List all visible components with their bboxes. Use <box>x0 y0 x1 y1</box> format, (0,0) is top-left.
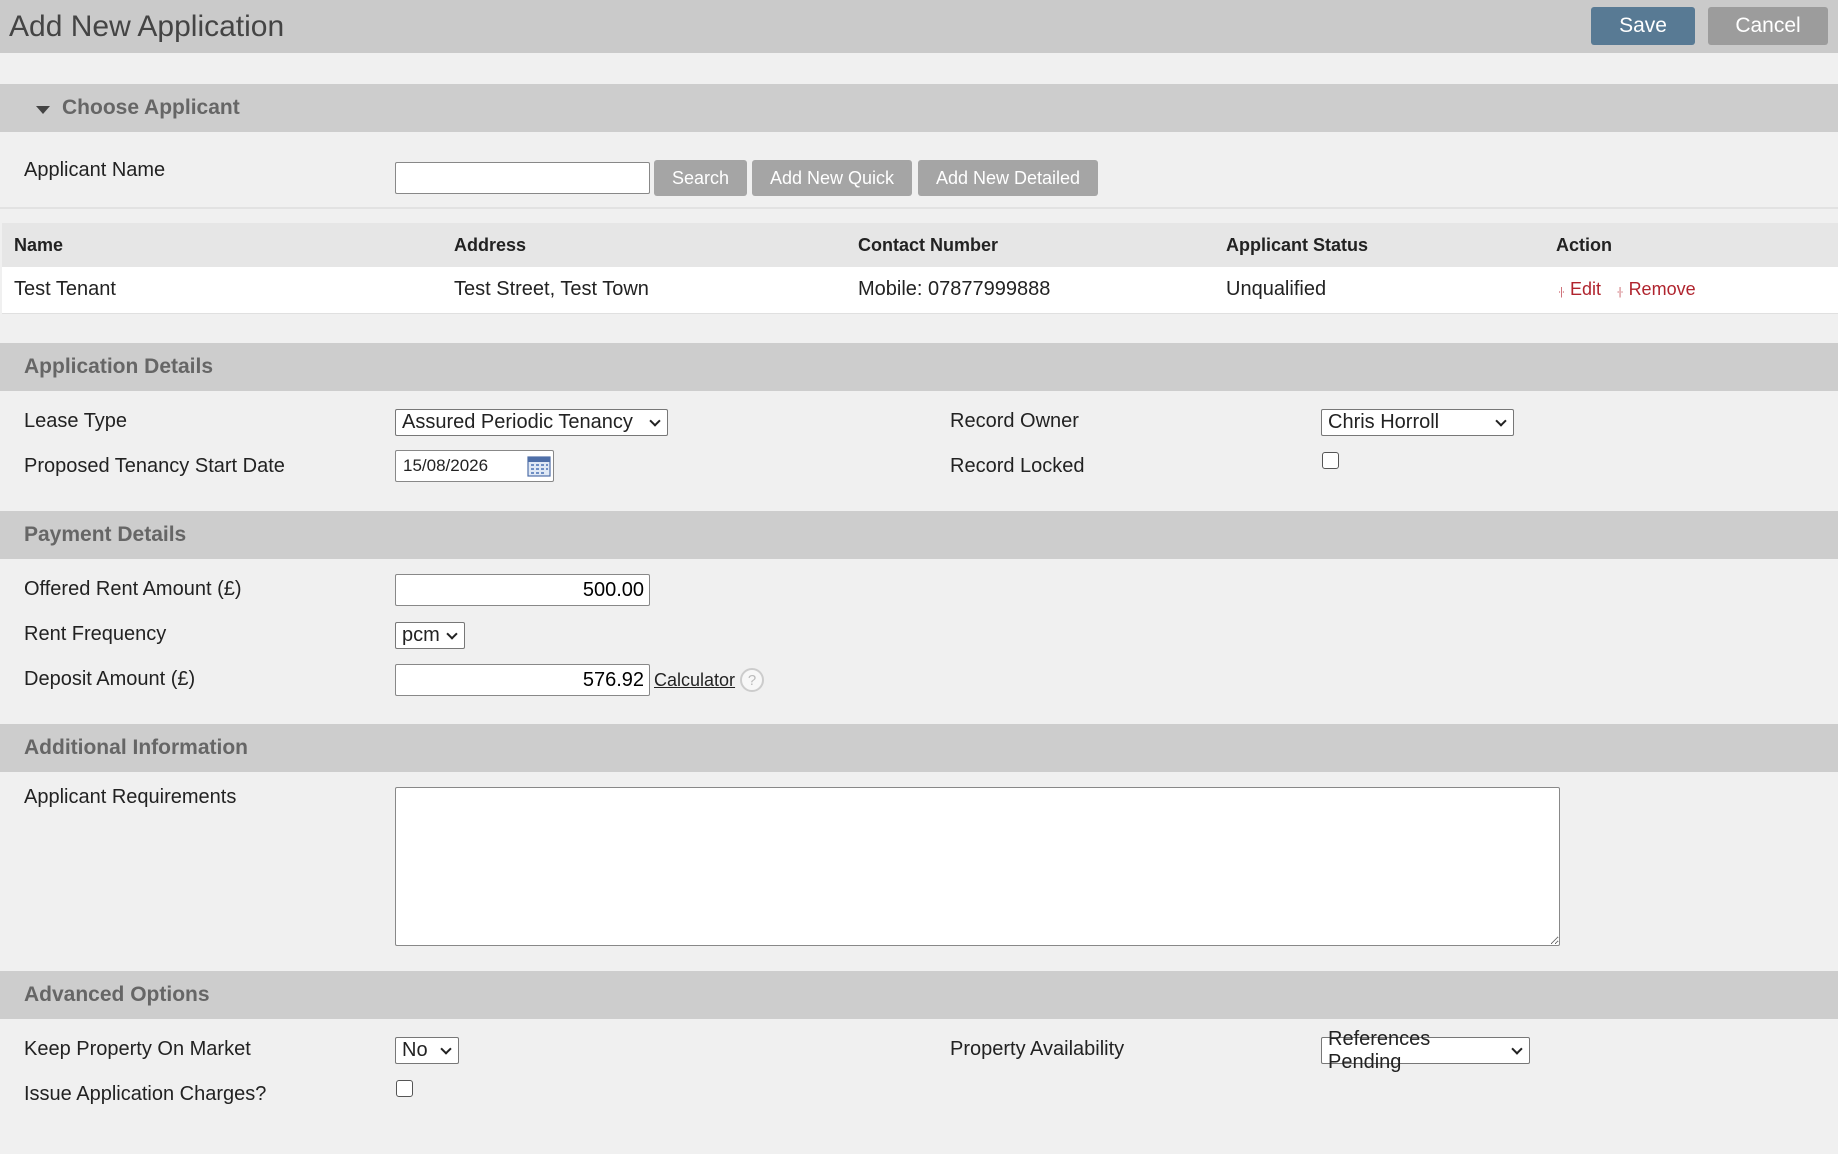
section-title: Application Details <box>24 355 214 378</box>
property-availability-value: References Pending <box>1328 1027 1431 1073</box>
edit-link[interactable]: ∙|∙ Edit <box>1558 279 1601 299</box>
deposit-label: Deposit Amount (£) <box>24 668 196 690</box>
form-body: Choose Applicant Applicant Name Search A… <box>0 53 1838 1154</box>
issue-charges-label: Issue Application Charges? <box>24 1083 267 1105</box>
property-availability-select[interactable]: References Pending <box>1321 1028 1530 1073</box>
title-actions: Save Cancel <box>1591 6 1828 45</box>
record-locked-checkbox[interactable] <box>1322 452 1339 469</box>
start-date-label: Proposed Tenancy Start Date <box>24 455 285 477</box>
rent-frequency-select[interactable]: pcm <box>395 622 465 649</box>
section-additional-information: Additional Information <box>0 724 1838 772</box>
section-choose-applicant[interactable]: Choose Applicant <box>0 84 1838 132</box>
section-title: Payment Details <box>24 523 187 546</box>
table-header-row: Name Address Contact Number Applicant St… <box>2 223 1838 267</box>
section-title: Choose Applicant <box>62 96 240 119</box>
chevron-down-icon <box>1495 414 1507 427</box>
column-header-status: Applicant Status <box>1214 223 1544 267</box>
divider <box>0 207 1838 209</box>
cancel-button[interactable]: Cancel <box>1708 6 1828 45</box>
rent-frequency-value: pcm <box>402 624 440 646</box>
rent-amount-label: Offered Rent Amount (£) <box>24 578 242 600</box>
applicant-name-label: Applicant Name <box>24 159 166 181</box>
chevron-down-icon <box>446 627 458 640</box>
cell-actions: ∙|∙ Edit ∙|∙ Remove <box>1544 267 1838 314</box>
column-header-contact: Contact Number <box>846 223 1214 267</box>
applicants-table: Name Address Contact Number Applicant St… <box>2 223 1838 314</box>
calculator-link[interactable]: Calculator <box>654 670 735 691</box>
record-owner-value: Chris Horroll <box>1328 411 1440 433</box>
start-date-field[interactable]: 15/08/2026 <box>395 450 554 482</box>
deposit-amount-input[interactable] <box>395 664 650 696</box>
property-availability-label: Property Availability <box>950 1038 1125 1060</box>
section-title: Additional Information <box>24 736 248 759</box>
cell-address: Test Street, Test Town <box>442 267 846 314</box>
search-button[interactable]: Search <box>654 160 747 196</box>
column-header-address: Address <box>442 223 846 267</box>
calendar-icon[interactable] <box>527 455 551 477</box>
keep-on-market-label: Keep Property On Market <box>24 1038 251 1060</box>
collapse-caret-icon[interactable] <box>36 106 50 114</box>
lease-type-value: Assured Periodic Tenancy <box>402 411 633 433</box>
cell-status: Unqualified <box>1214 267 1544 314</box>
issue-charges-checkbox[interactable] <box>396 1080 413 1097</box>
title-bar: Add New Application Save Cancel <box>0 0 1838 53</box>
cell-contact: Mobile: 07877999888 <box>846 267 1214 314</box>
save-button[interactable]: Save <box>1591 6 1695 45</box>
record-owner-select[interactable]: Chris Horroll <box>1321 409 1514 436</box>
table-row: Test Tenant Test Street, Test Town Mobil… <box>2 267 1838 314</box>
chevron-down-icon <box>440 1042 452 1055</box>
section-payment-details: Payment Details <box>0 511 1838 559</box>
keep-on-market-select[interactable]: No <box>395 1037 459 1064</box>
add-new-detailed-button[interactable]: Add New Detailed <box>918 160 1098 196</box>
page-title: Add New Application <box>9 9 285 43</box>
lease-type-select[interactable]: Assured Periodic Tenancy <box>395 409 668 436</box>
chevron-down-icon <box>1511 1042 1523 1055</box>
record-owner-label: Record Owner <box>950 410 1079 432</box>
remove-link[interactable]: ∙|∙ Remove <box>1617 279 1696 299</box>
rent-amount-input[interactable] <box>395 574 650 606</box>
applicant-requirements-textarea[interactable] <box>395 787 1560 946</box>
keep-on-market-value: No <box>402 1039 428 1061</box>
applicant-name-input[interactable] <box>395 162 650 194</box>
start-date-value[interactable]: 15/08/2026 <box>403 456 488 476</box>
add-new-quick-button[interactable]: Add New Quick <box>752 160 912 196</box>
section-advanced-options: Advanced Options <box>0 971 1838 1019</box>
lease-type-label: Lease Type <box>24 410 128 432</box>
edit-icon: ∙|∙ <box>1558 286 1565 299</box>
section-title: Advanced Options <box>24 983 210 1006</box>
help-icon[interactable]: ? <box>740 668 764 692</box>
chevron-down-icon <box>649 414 661 427</box>
rent-frequency-label: Rent Frequency <box>24 623 167 645</box>
applicant-requirements-label: Applicant Requirements <box>24 786 237 808</box>
section-application-details: Application Details <box>0 343 1838 391</box>
remove-icon: ∙|∙ <box>1616 286 1624 299</box>
cell-name: Test Tenant <box>2 267 442 314</box>
column-header-action: Action <box>1544 223 1838 267</box>
record-locked-label: Record Locked <box>950 455 1085 477</box>
column-header-name: Name <box>2 223 442 267</box>
